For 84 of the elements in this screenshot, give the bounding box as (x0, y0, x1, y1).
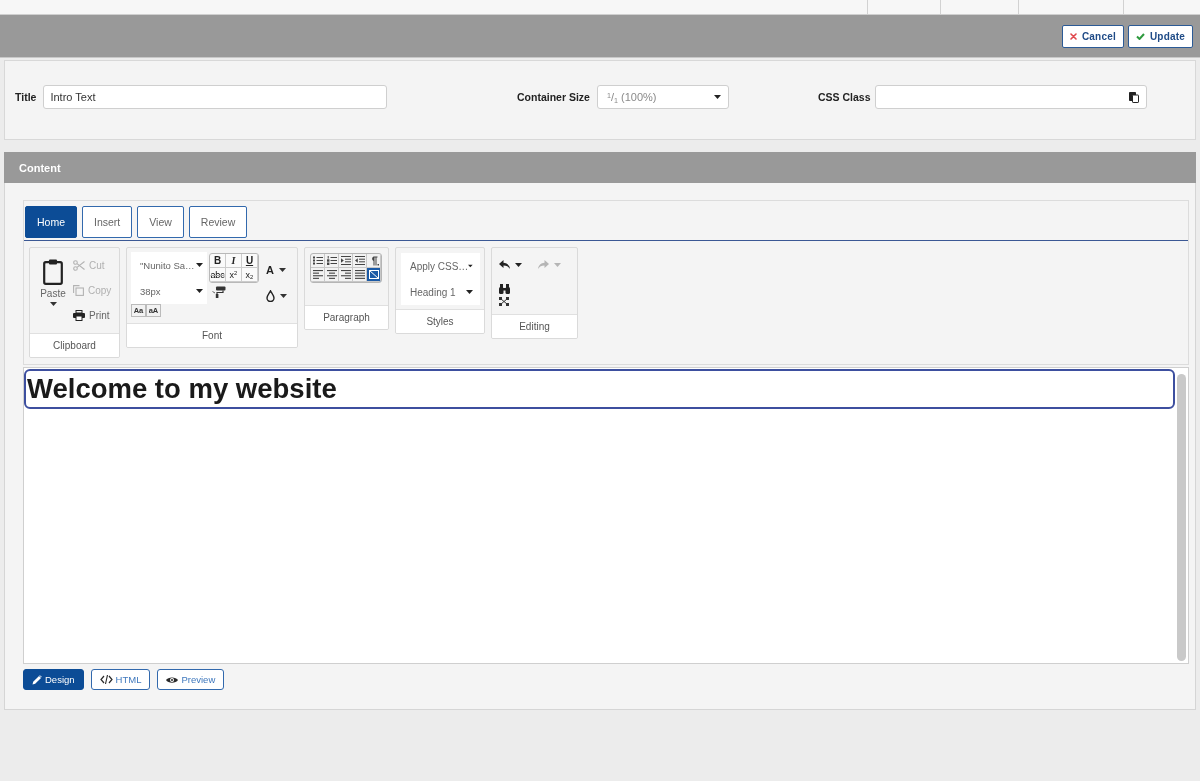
close-icon (1069, 32, 1077, 40)
design-button[interactable]: Design (23, 669, 84, 690)
copy-icon (73, 285, 84, 296)
paragraph-button[interactable] (339, 254, 353, 268)
field-label: CSS Class (818, 91, 871, 103)
font-color-button[interactable]: A (266, 264, 287, 276)
tab[interactable]: Insert (82, 206, 133, 238)
cancel-button[interactable]: Cancel (1061, 24, 1124, 48)
caret-icon (466, 290, 473, 294)
caret-icon (554, 262, 561, 267)
bold-button[interactable]: B (210, 254, 226, 268)
italic-button[interactable]: I (226, 254, 242, 268)
tab[interactable]: View (137, 206, 184, 238)
crossed-box-icon (368, 270, 379, 279)
caret-icon (515, 262, 522, 267)
size-select[interactable]: 38px (131, 278, 207, 304)
group-label: Paragraph (323, 312, 370, 323)
text-field[interactable]: Intro Text (43, 85, 388, 109)
four-squares-icon (499, 297, 509, 306)
printer-icon (73, 310, 85, 321)
paragraph-button[interactable] (325, 254, 339, 268)
numbered-list-icon (326, 256, 337, 265)
pencil-icon (32, 674, 42, 685)
heading-text: Welcome to my website (24, 369, 1175, 409)
caret-icon (196, 289, 203, 293)
find-button[interactable] (499, 284, 510, 294)
bullet-list-icon (312, 256, 323, 265)
field-label: Title (15, 91, 37, 103)
html-button[interactable]: HTML (90, 669, 151, 690)
caret-icon (49, 302, 57, 306)
caret-icon (280, 294, 287, 298)
subscript-button[interactable]: x$_{2}$ (242, 268, 258, 282)
tab[interactable]: Review (188, 206, 248, 238)
section-header: Content (4, 152, 1196, 183)
text-field[interactable] (874, 85, 1147, 109)
caret-icon (196, 263, 203, 267)
paragraph-button[interactable] (353, 254, 367, 268)
caret-icon (468, 264, 473, 268)
select-field[interactable]: $^{1}$/$_{1}$ (100%) (596, 85, 729, 109)
group-label: Editing (519, 321, 550, 332)
editor-field[interactable]: Welcome to my website (23, 367, 1189, 664)
paragraph-button[interactable] (311, 268, 325, 282)
align-left-icon (312, 270, 323, 279)
clipboard-icon (43, 259, 63, 285)
code-icon (99, 675, 113, 684)
block-format-select[interactable]: Heading 1 (401, 279, 480, 305)
print-button[interactable]: Print (73, 303, 112, 328)
scrollbar[interactable] (1177, 374, 1186, 661)
group-label: Clipboard (53, 340, 96, 351)
clipboard-icon (1128, 91, 1139, 103)
droplet-icon (266, 290, 275, 302)
caret-icon (713, 95, 721, 99)
group-label: Font (202, 330, 222, 341)
paragraph-button[interactable] (311, 254, 325, 268)
scissors-icon (73, 260, 85, 271)
field-label: Container Size (517, 91, 590, 103)
redo-icon (538, 260, 549, 269)
preview-button[interactable]: Preview (157, 669, 225, 690)
indent-icon (340, 256, 351, 265)
align-right-icon (340, 270, 351, 279)
binoculars-icon (499, 284, 510, 294)
paste-button[interactable]: Paste (40, 248, 66, 306)
undo-icon (499, 260, 510, 269)
css-class-select[interactable]: Apply CSS… (401, 253, 480, 279)
paragraph-button[interactable] (339, 268, 353, 282)
paint-roller-icon (212, 286, 226, 298)
eye-icon (166, 675, 179, 684)
select-all-button[interactable] (499, 297, 509, 306)
caret-icon (278, 268, 286, 272)
paragraph-button[interactable] (325, 268, 339, 282)
font-select[interactable]: "Nunito Sa… (131, 252, 207, 278)
paragraph-button[interactable] (367, 268, 381, 282)
tab[interactable]: Home (25, 206, 77, 238)
align-center-icon (326, 270, 337, 279)
group-label: Styles (426, 316, 454, 327)
highlight-button[interactable] (266, 290, 287, 302)
format-painter-button[interactable] (212, 286, 226, 298)
undo-button[interactable] (499, 260, 522, 269)
update-button[interactable]: Update (1127, 24, 1193, 48)
justify-icon (354, 270, 365, 279)
superscript-button[interactable]: x$^{2}$ (226, 268, 242, 282)
underline-button[interactable]: U (242, 254, 258, 268)
check-icon (1135, 32, 1145, 40)
outdent-icon (354, 256, 365, 265)
